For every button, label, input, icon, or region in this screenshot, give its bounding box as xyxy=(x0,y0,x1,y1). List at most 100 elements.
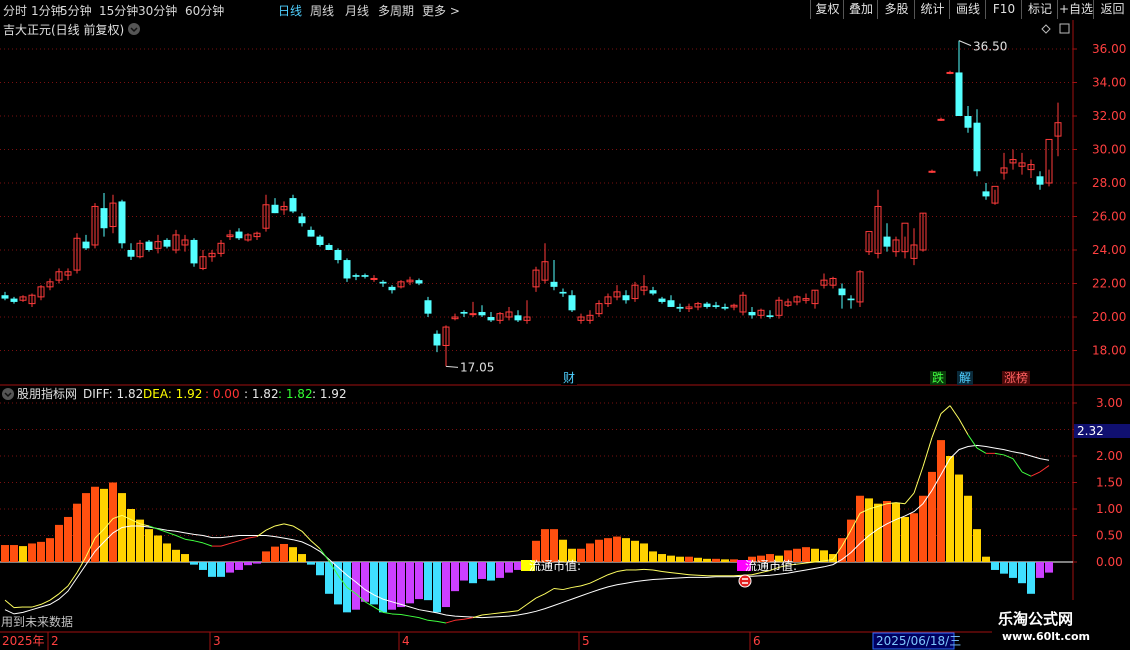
month-label: 4 xyxy=(402,634,410,648)
future-data-note: 用到未来数据 xyxy=(1,614,73,629)
histogram-bar xyxy=(1,545,9,562)
histogram-bar xyxy=(721,559,729,562)
histogram-bar xyxy=(1000,562,1008,574)
cursor-date: 2025/06/18/三 xyxy=(876,634,961,648)
histogram-bar xyxy=(334,562,342,605)
candle-body xyxy=(928,170,936,173)
candle-body xyxy=(424,300,432,314)
indicator-tick-label: 3.00 xyxy=(1096,396,1123,410)
histogram-bar xyxy=(73,503,81,562)
candle-body xyxy=(316,236,324,245)
histogram-bar xyxy=(676,556,684,562)
candle-body xyxy=(982,191,990,197)
candle-body xyxy=(883,236,891,247)
histogram-bar xyxy=(685,556,693,562)
histogram-bar xyxy=(235,562,243,570)
histogram-bar xyxy=(937,440,945,562)
histogram-bar xyxy=(856,495,864,562)
candle-body xyxy=(469,313,477,316)
candle-body xyxy=(100,208,108,229)
histogram-bar xyxy=(649,551,657,562)
candle-body xyxy=(1036,176,1044,185)
histogram-bar xyxy=(550,529,558,562)
histogram-bar xyxy=(478,562,486,579)
month-label: 2 xyxy=(51,634,59,648)
indicator-tick-label: 1.00 xyxy=(1096,502,1123,516)
candle-body xyxy=(361,275,369,277)
indicator-tick-label: 0.00 xyxy=(1096,555,1123,569)
price-tick-label: 24.00 xyxy=(1092,243,1126,257)
histogram-bar xyxy=(622,538,630,562)
histogram-bar xyxy=(352,562,360,610)
histogram-bar xyxy=(433,562,441,613)
candle-body xyxy=(964,116,972,128)
indicator-readout: : 1.82 xyxy=(278,387,313,401)
month-label: 6 xyxy=(753,634,761,648)
histogram-bar xyxy=(379,562,387,613)
price-tick-label: 32.00 xyxy=(1092,109,1126,123)
candle-body xyxy=(415,280,423,284)
histogram-bar xyxy=(1036,562,1044,578)
candle-body xyxy=(568,295,576,311)
candle-body xyxy=(550,281,558,287)
candle-body xyxy=(1,295,9,299)
histogram-bar xyxy=(172,549,180,562)
candle-body xyxy=(460,311,468,314)
histogram-bar xyxy=(28,543,36,562)
candle-body xyxy=(946,71,954,74)
candle-body xyxy=(388,286,396,291)
candle-body xyxy=(676,306,684,309)
histogram-bar xyxy=(667,555,675,562)
histogram-bar xyxy=(613,536,621,562)
event-badge: 跌 xyxy=(932,370,944,385)
watermark-title: 乐淘公式网 xyxy=(998,610,1074,628)
diff-line-segment xyxy=(697,574,708,577)
histogram-bar xyxy=(316,562,324,576)
histogram-bar xyxy=(1009,562,1017,578)
histogram-bar xyxy=(811,548,819,562)
histogram-bar xyxy=(469,562,477,584)
candle-body xyxy=(370,277,378,280)
histogram-bar xyxy=(37,541,45,562)
histogram-bar xyxy=(442,562,450,608)
candle-body xyxy=(658,298,666,302)
market-cap-label: 流通市值: xyxy=(529,558,581,573)
histogram-bar xyxy=(208,562,216,577)
candle-body xyxy=(145,241,153,250)
signal-icon xyxy=(738,574,752,588)
histogram-bar xyxy=(514,562,522,570)
histogram-bar xyxy=(19,546,27,562)
price-tick-label: 18.00 xyxy=(1092,344,1126,358)
histogram-bar xyxy=(361,562,369,602)
histogram-bar xyxy=(226,562,234,573)
histogram-bar xyxy=(712,558,720,562)
price-tick-label: 22.00 xyxy=(1092,277,1126,291)
histogram-bar xyxy=(289,547,297,562)
histogram-bar xyxy=(730,559,738,562)
candle-body xyxy=(190,239,198,264)
histogram-bar xyxy=(955,474,963,562)
event-badge: 财 xyxy=(563,371,575,385)
histogram-bar xyxy=(271,546,279,562)
chart-title: 吉大正元(日线 前复权) xyxy=(3,22,124,37)
histogram-bar xyxy=(325,562,333,594)
histogram-bar xyxy=(631,540,639,562)
histogram-bar xyxy=(253,562,261,564)
indicator-tick-label: 1.50 xyxy=(1096,476,1123,490)
candle-body xyxy=(748,311,756,316)
histogram-bar xyxy=(658,554,666,562)
diff-line-segment xyxy=(391,613,402,615)
histogram-bar xyxy=(496,562,504,578)
diff-line-segment xyxy=(13,606,24,609)
histogram-bar xyxy=(46,538,54,562)
histogram-bar xyxy=(10,545,18,562)
histogram-bar xyxy=(604,538,612,562)
histogram-bar xyxy=(199,562,207,570)
histogram-bar xyxy=(892,502,900,562)
histogram-bar xyxy=(424,562,432,601)
histogram-bar xyxy=(145,529,153,562)
histogram-bar xyxy=(595,539,603,562)
candle-body xyxy=(712,305,720,307)
indicator-readout: DEA: 1.92 xyxy=(143,387,202,401)
candle-body xyxy=(127,250,135,257)
